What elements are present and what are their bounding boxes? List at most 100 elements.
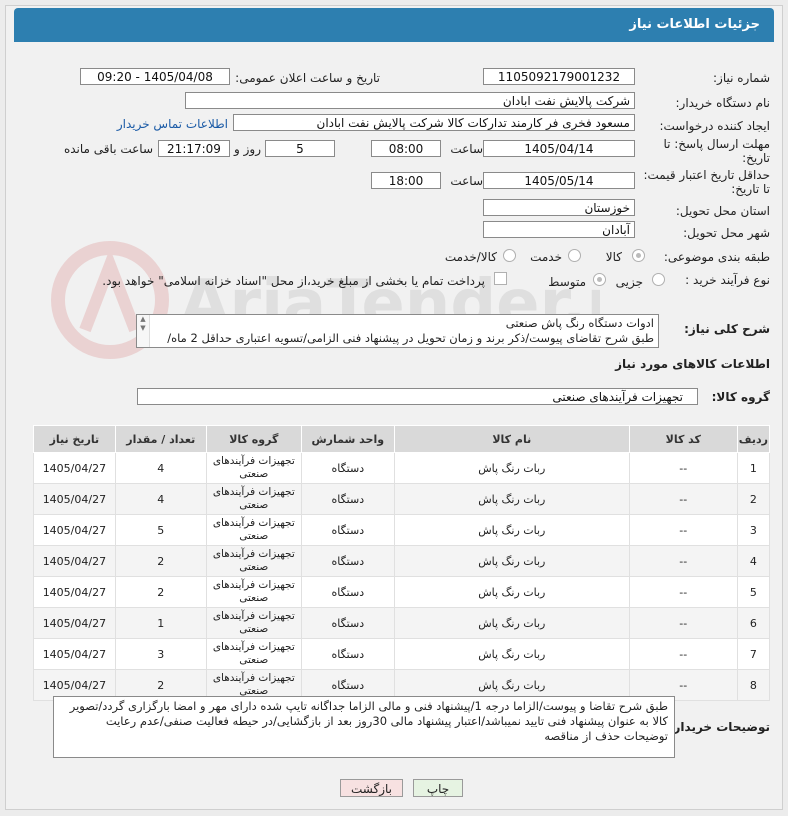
requester-field[interactable]: مسعود فخری فر کارمند تدارکات کالا شرکت پ… — [233, 114, 635, 131]
cell-group: تجهیزات فرآیندهای صنعتی — [205, 452, 302, 484]
price-validity-date-field[interactable]: 1405/05/14 — [483, 172, 635, 189]
cell-qty: 4 — [114, 452, 207, 484]
category-option-goods: کالا — [605, 250, 622, 264]
cell-unit: دستگاه — [300, 483, 395, 515]
page-header: جزئیات اطلاعات نیاز — [14, 8, 774, 42]
table-row: 1 -- ربات رنگ پاش دستگاه تجهیزات فرآیندهای ص… — [33, 452, 771, 484]
remaining-time-field[interactable]: 21:17:09 — [158, 140, 230, 157]
cell-name: ربات رنگ پاش — [393, 545, 630, 577]
announce-date-label: تاریخ و ساعت اعلان عمومی: — [235, 71, 380, 85]
category-radio-goods[interactable] — [632, 249, 645, 262]
cell-qty: 3 — [114, 638, 207, 670]
cell-n: 1 — [736, 452, 771, 484]
requester-label: ایجاد کننده درخواست: — [659, 119, 770, 133]
cell-name: ربات رنگ پاش — [393, 607, 630, 639]
cell-unit: دستگاه — [300, 576, 395, 608]
col-name: نام کالا — [393, 425, 630, 453]
cell-date: 1405/04/27 — [33, 452, 116, 484]
buyer-contact-link[interactable]: اطلاعات تماس خریدار — [117, 117, 228, 131]
treasury-payment-checkbox[interactable] — [494, 272, 507, 285]
cell-name: ربات رنگ پاش — [393, 576, 630, 608]
cell-name: ربات رنگ پاش — [393, 452, 630, 484]
scroll-down-icon[interactable]: ▼ — [137, 324, 149, 333]
cell-code: -- — [628, 514, 738, 546]
process-option-minor: جزیی — [615, 275, 643, 289]
cell-qty: 5 — [114, 514, 207, 546]
goods-table: ردیف کد کالا نام کالا واحد شمارش گروه کا… — [33, 425, 771, 701]
description-scrollbar[interactable]: ▲ ▼ — [137, 315, 150, 347]
buyer-notes-label: توضیحات خریدار: — [668, 720, 770, 734]
print-button[interactable]: چاپ — [413, 779, 463, 797]
city-field[interactable]: آبادان — [483, 221, 635, 238]
cell-qty: 2 — [114, 576, 207, 608]
page-title: جزئیات اطلاعات نیاز — [629, 17, 760, 32]
need-number-field[interactable]: 1105092179001232 — [483, 68, 635, 85]
process-radio-medium[interactable] — [593, 273, 606, 286]
cell-code: -- — [628, 638, 738, 670]
process-label: نوع فرآیند خرید : — [685, 273, 770, 287]
col-row: ردیف — [736, 425, 771, 453]
province-field[interactable]: خوزستان — [483, 199, 635, 216]
description-label: شرح کلی نیاز: — [684, 322, 770, 336]
description-line-1: ادوات دستگاه رنگ پاش صنعتی — [505, 316, 654, 330]
category-radio-both[interactable] — [503, 249, 516, 262]
cell-unit: دستگاه — [300, 514, 395, 546]
price-validity-label-2: تا تاریخ: — [731, 182, 770, 196]
announce-date-field[interactable]: 1405/04/08 - 09:20 — [80, 68, 230, 85]
buyer-notes-textarea[interactable]: طبق شرح تقاضا و پیوست/الزاما درجه 1/پیشن… — [53, 696, 675, 758]
table-row: 7 -- ربات رنگ پاش دستگاه تجهیزات فرآیندهای ص… — [33, 638, 771, 670]
category-radio-service[interactable] — [568, 249, 581, 262]
price-validity-time-field[interactable]: 18:00 — [371, 172, 441, 189]
cell-name: ربات رنگ پاش — [393, 638, 630, 670]
goods-table-header: ردیف کد کالا نام کالا واحد شمارش گروه کا… — [33, 425, 771, 453]
description-textarea[interactable]: ادوات دستگاه رنگ پاش صنعتی طبق شرح تقاضا… — [136, 314, 659, 348]
reply-time-field[interactable]: 08:00 — [371, 140, 441, 157]
cell-group: تجهیزات فرآیندهای صنعتی — [205, 638, 302, 670]
goods-group-field[interactable]: تجهیزات فرآیندهای صنعتی — [137, 388, 698, 405]
cell-date: 1405/04/27 — [33, 607, 116, 639]
table-row: 6 -- ربات رنگ پاش دستگاه تجهیزات فرآیندهای ص… — [33, 607, 771, 639]
cell-n: 4 — [736, 545, 771, 577]
scroll-up-icon[interactable]: ▲ — [137, 315, 149, 324]
table-row: 3 -- ربات رنگ پاش دستگاه تجهیزات فرآیندهای ص… — [33, 514, 771, 546]
description-line-2: طبق شرح تقاضای پیوست/ذکر برند و زمان تحو… — [167, 331, 654, 345]
category-label: طبقه بندی موضوعی: — [663, 250, 770, 264]
reply-time-label: ساعت — [450, 142, 483, 156]
cell-group: تجهیزات فرآیندهای صنعتی — [205, 545, 302, 577]
days-label: روز و — [234, 142, 261, 156]
days-field[interactable]: 5 — [265, 140, 335, 157]
cell-name: ربات رنگ پاش — [393, 483, 630, 515]
cell-date: 1405/04/27 — [33, 514, 116, 546]
cell-n: 6 — [736, 607, 771, 639]
category-option-service: خدمت — [530, 250, 562, 264]
cell-name: ربات رنگ پاش — [393, 514, 630, 546]
col-group: گروه کالا — [205, 425, 302, 453]
category-option-both: کالا/خدمت — [444, 250, 497, 264]
cell-group: تجهیزات فرآیندهای صنعتی — [205, 607, 302, 639]
cell-n: 8 — [736, 669, 771, 701]
cell-group: تجهیزات فرآیندهای صنعتی — [205, 483, 302, 515]
cell-group: تجهیزات فرآیندهای صنعتی — [205, 576, 302, 608]
back-button[interactable]: بازگشت — [340, 779, 403, 797]
cell-date: 1405/04/27 — [33, 545, 116, 577]
treasury-payment-note: پرداخت تمام یا بخشی از مبلغ خرید،از محل … — [102, 274, 485, 288]
col-code: کد کالا — [628, 425, 738, 453]
cell-code: -- — [628, 545, 738, 577]
cell-n: 7 — [736, 638, 771, 670]
cell-qty: 4 — [114, 483, 207, 515]
cell-unit: دستگاه — [300, 452, 395, 484]
table-row: 2 -- ربات رنگ پاش دستگاه تجهیزات فرآیندهای ص… — [33, 483, 771, 515]
goods-group-label: گروه کالا: — [711, 390, 770, 404]
buyer-org-field[interactable]: شرکت پالایش نفت ابادان — [185, 92, 635, 109]
table-row: 5 -- ربات رنگ پاش دستگاه تجهیزات فرآیندهای ص… — [33, 576, 771, 608]
cell-date: 1405/04/27 — [33, 576, 116, 608]
process-radio-minor[interactable] — [652, 273, 665, 286]
buyer-notes-line-3: توضیحات حذف از مناقصه — [544, 729, 668, 743]
city-label: شهر محل تحویل: — [683, 226, 770, 240]
goods-section-title: اطلاعات کالاهای مورد نیاز — [615, 357, 770, 371]
cell-date: 1405/04/27 — [33, 638, 116, 670]
cell-unit: دستگاه — [300, 607, 395, 639]
province-label: استان محل تحویل: — [675, 204, 770, 218]
reply-date-field[interactable]: 1405/04/14 — [483, 140, 635, 157]
cell-qty: 1 — [114, 607, 207, 639]
